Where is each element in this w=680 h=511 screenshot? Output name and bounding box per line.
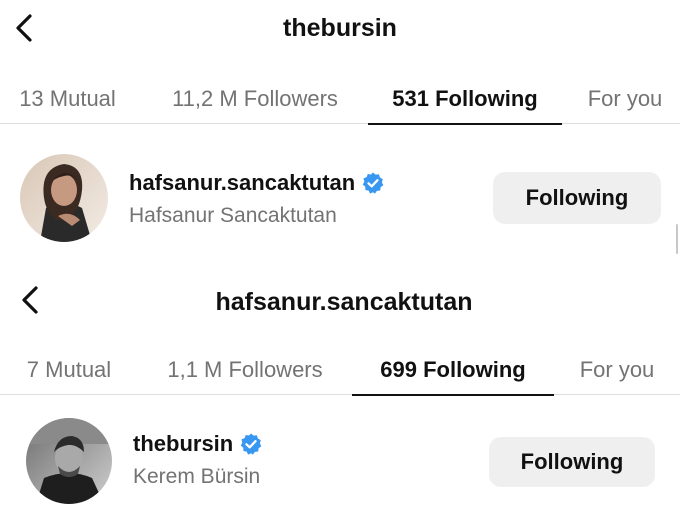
verified-badge-icon <box>239 432 263 456</box>
page-title: thebursin <box>283 14 397 42</box>
username-line: thebursin <box>133 431 263 457</box>
profile-header: hafsanur.sancaktutan <box>0 268 680 324</box>
tab-followers[interactable]: 1,1 M Followers <box>150 345 340 395</box>
scrollbar[interactable] <box>676 224 678 254</box>
tab-mutual[interactable]: 7 Mutual <box>0 345 138 395</box>
profile-following-panel: hafsanur.sancaktutan 7 Mutual 1,1 M Foll… <box>0 268 680 511</box>
tab-for-you[interactable]: For you <box>563 345 671 395</box>
profile-following-panel: thebursin 13 Mutual 11,2 M Followers 531… <box>0 0 680 262</box>
username[interactable]: thebursin <box>133 431 233 457</box>
following-button[interactable]: Following <box>493 172 661 224</box>
profile-header: thebursin <box>0 0 680 56</box>
tab-for-you[interactable]: For you <box>572 74 678 124</box>
username[interactable]: hafsanur.sancaktutan <box>129 170 355 196</box>
verified-badge-icon <box>361 171 385 195</box>
tab-mutual[interactable]: 13 Mutual <box>0 74 135 124</box>
user-row[interactable]: hafsanur.sancaktutan Hafsanur Sancaktuta… <box>0 148 680 248</box>
tab-bar: 7 Mutual 1,1 M Followers 699 Following F… <box>0 345 680 396</box>
following-button[interactable]: Following <box>489 437 655 487</box>
tab-followers[interactable]: 11,2 M Followers <box>150 74 360 124</box>
full-name: Kerem Bürsin <box>133 465 261 488</box>
username-line: hafsanur.sancaktutan <box>129 170 385 196</box>
full-name: Hafsanur Sancaktutan <box>129 204 337 227</box>
tab-following[interactable]: 531 Following <box>368 74 562 125</box>
avatar[interactable] <box>26 418 112 504</box>
page-title: hafsanur.sancaktutan <box>215 288 473 316</box>
tab-following[interactable]: 699 Following <box>352 345 554 396</box>
tab-bar: 13 Mutual 11,2 M Followers 531 Following… <box>0 74 680 125</box>
avatar[interactable] <box>20 154 108 242</box>
user-row[interactable]: thebursin Kerem Bürsin Following <box>0 411 680 511</box>
